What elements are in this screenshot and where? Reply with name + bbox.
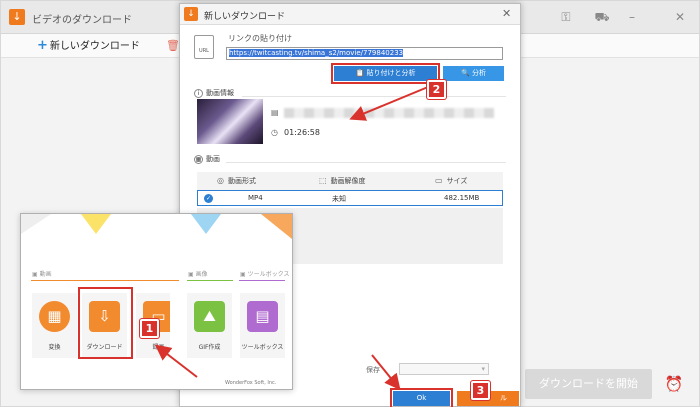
- analyze-button[interactable]: 🔍 分析: [443, 66, 504, 81]
- banner-triangle: [21, 214, 51, 234]
- analyze-label: 分析: [471, 69, 486, 77]
- table-header: ◎ 動画形式 ⬚ 動画解像度 ▭ サイズ: [197, 172, 503, 190]
- dialog-close-button[interactable]: ✕: [502, 7, 511, 20]
- info-icon: i: [194, 88, 203, 98]
- ok-button[interactable]: Ok: [390, 388, 453, 407]
- video-thumbnail: [197, 99, 263, 144]
- image-small-icon: ▣: [188, 271, 194, 278]
- cart-icon[interactable]: ⛟: [593, 9, 611, 25]
- resolution-icon: ⬚: [319, 176, 327, 185]
- key-icon[interactable]: ⚿: [557, 9, 575, 25]
- image-icon: ⛰: [194, 301, 225, 332]
- trash-icon[interactable]: 🗑: [166, 39, 180, 52]
- step-marker-3: 3: [471, 381, 490, 400]
- category-underline: [239, 280, 285, 281]
- table-row[interactable]: ✓ MP4 未知 482.15MB: [197, 190, 503, 206]
- url-input[interactable]: https://twitcasting.tv/shima_s2/movie/77…: [226, 47, 503, 60]
- banner-triangle: [261, 214, 292, 239]
- search-icon: 🔍: [461, 69, 472, 77]
- url-input-value: https://twitcasting.tv/shima_s2/movie/77…: [229, 49, 404, 57]
- app-logo-icon: ↓: [9, 9, 25, 25]
- url-file-icon: URL: [194, 35, 214, 59]
- launcher-panel: ▣ 動画 ▣ 画像 ▣ ツールボックス ▦ 変換 ⇩ ダウンロード ▭ 録画 ⛰ GI…: [20, 213, 293, 390]
- close-button[interactable]: ✕: [671, 9, 689, 25]
- format-icon: ◎: [217, 176, 224, 185]
- step-marker-2: 2: [427, 80, 446, 99]
- format-table: ◎ 動画形式 ⬚ 動画解像度 ▭ サイズ ✓ MP4 未知 482.15MB: [197, 172, 503, 206]
- document-icon: ▤: [271, 108, 279, 117]
- banner-triangle: [81, 214, 111, 234]
- category-toolbox-text: ツールボックス: [247, 271, 290, 278]
- category-underline: [187, 280, 233, 281]
- header-resolution-text: 動画解像度: [330, 177, 366, 185]
- film-small-icon: ▦: [194, 154, 203, 164]
- clock-icon: ◷: [271, 128, 278, 137]
- divider: [242, 96, 506, 97]
- video-duration: 01:26:58: [284, 128, 320, 137]
- clipboard-icon: 📋: [355, 69, 367, 77]
- plus-icon: +: [37, 38, 48, 53]
- check-icon: ✓: [204, 194, 213, 203]
- new-download-button[interactable]: + 新しいダウンロード: [37, 38, 140, 54]
- video-section-heading-text: 動画: [206, 155, 220, 163]
- category-image-text: 画像: [195, 271, 208, 278]
- wonderfox-footer: WonderFox Soft, Inc.: [225, 380, 277, 386]
- tile-gif-label: GIF作成: [198, 344, 221, 351]
- tile-toolbox-label: ツールボックス: [241, 344, 284, 351]
- start-download-button[interactable]: ダウンロードを開始: [525, 369, 652, 399]
- step-marker-1: 1: [140, 319, 159, 338]
- paste-and-analyze-button[interactable]: 📋 貼り付けと分析: [331, 63, 440, 84]
- launcher-banner: [21, 214, 292, 239]
- row-format: MP4: [248, 194, 263, 202]
- banner-triangle: [191, 214, 221, 234]
- video-info-heading-text: 動画情報: [206, 89, 234, 97]
- header-format: ◎ 動画形式: [217, 176, 256, 186]
- highlight-box: [78, 287, 133, 359]
- dialog-title: 新しいダウンロード: [204, 12, 286, 22]
- new-download-label: 新しいダウンロード: [49, 41, 140, 52]
- header-resolution: ⬚ 動画解像度: [319, 176, 366, 186]
- category-toolbox: ▣ ツールボックス: [240, 269, 290, 278]
- save-label: 保存: [366, 366, 380, 374]
- tile-convert-label: 変換: [48, 344, 61, 351]
- film-icon: ▦: [39, 301, 70, 332]
- divider: [226, 162, 506, 163]
- toolbox-small-icon: ▣: [240, 271, 246, 278]
- size-icon: ▭: [435, 176, 443, 185]
- toolbox-icon: ▤: [247, 301, 278, 332]
- dialog-logo-icon: ↓: [184, 7, 198, 21]
- paste-analyze-label: 貼り付けと分析: [366, 69, 416, 77]
- tile-convert[interactable]: ▦ 変換: [32, 293, 77, 358]
- video-info-heading: i 動画情報: [194, 88, 234, 98]
- header-format-text: 動画形式: [227, 177, 256, 185]
- tile-gif-maker[interactable]: ⛰ GIF作成: [187, 293, 232, 358]
- video-section-heading: ▦ 動画: [194, 154, 220, 164]
- category-video-text: 動画: [39, 271, 52, 278]
- main-window-title: ビデオのダウンロード: [32, 15, 132, 26]
- film-small-icon: ▣: [32, 271, 38, 278]
- paste-link-label: リンクの貼り付け: [228, 34, 292, 43]
- chevron-down-icon: ▾: [481, 365, 485, 373]
- video-title-blurred: [284, 108, 494, 118]
- tile-toolbox[interactable]: ▤ ツールボックス: [240, 293, 285, 358]
- tile-record-label: 録画: [152, 344, 165, 351]
- header-size: ▭ サイズ: [435, 176, 467, 186]
- header-size-text: サイズ: [446, 177, 468, 185]
- row-size: 482.15MB: [444, 194, 480, 202]
- category-image: ▣ 画像: [188, 269, 208, 278]
- category-underline: [31, 280, 179, 281]
- category-video: ▣ 動画: [32, 269, 52, 278]
- row-resolution: 未知: [332, 195, 346, 203]
- dialog-titlebar: ↓ 新しいダウンロード ✕: [180, 4, 520, 25]
- minimize-button[interactable]: –: [623, 9, 641, 25]
- alarm-clock-icon[interactable]: ⏰: [663, 373, 685, 395]
- save-path-select[interactable]: ▾: [399, 363, 489, 375]
